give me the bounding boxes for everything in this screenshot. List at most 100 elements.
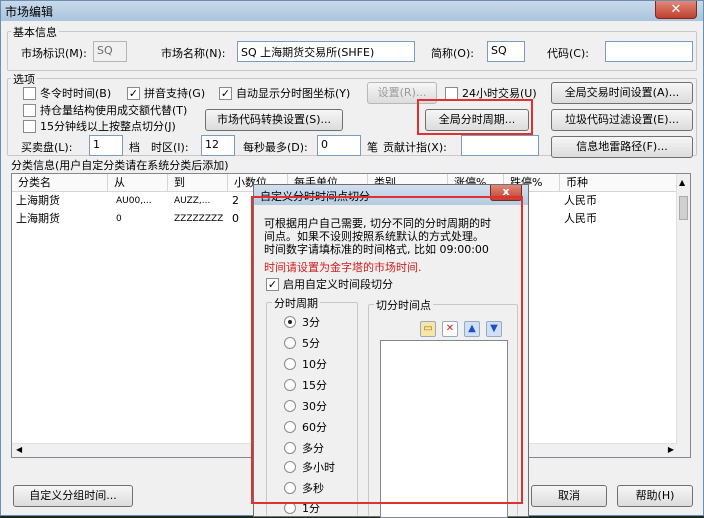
radio-period[interactable]: 1分 bbox=[284, 500, 320, 516]
cell-from: 0 bbox=[116, 214, 122, 224]
radio-period[interactable]: 10分 bbox=[284, 356, 327, 372]
radio-label: 多分 bbox=[302, 442, 324, 455]
info-mine-path-button[interactable]: 信息地雷路径(F)... bbox=[551, 136, 693, 158]
position-struct-box[interactable] bbox=[23, 103, 36, 117]
delete-icon[interactable]: ✕ bbox=[442, 321, 458, 337]
radio-icon[interactable] bbox=[284, 379, 296, 391]
k15-checkbox[interactable]: 15分钟线以上按整点切分(J) bbox=[23, 118, 176, 134]
radio-label: 5分 bbox=[302, 337, 320, 350]
radio-icon[interactable] bbox=[284, 421, 296, 433]
col-to[interactable]: 到 bbox=[168, 174, 228, 192]
global-trade-time-button[interactable]: 全局交易时间设置(A)... bbox=[551, 82, 693, 104]
basic-info-legend: 基本信息 bbox=[11, 24, 59, 40]
dialog-title-bar[interactable]: 自定义分时时间点切分 x bbox=[254, 185, 528, 205]
dst-checkbox[interactable]: 冬令时时间(B) bbox=[23, 85, 111, 101]
folder-icon[interactable]: ▭ bbox=[420, 321, 436, 337]
timezone-label: 时区(I): bbox=[151, 141, 189, 154]
junk-code-filter-button[interactable]: 垃圾代码过滤设置(E)... bbox=[551, 109, 693, 131]
short-name-label: 简称(O): bbox=[431, 47, 474, 60]
radio-icon[interactable] bbox=[284, 400, 296, 412]
custom-group-time-button[interactable]: 自定义分组时间... bbox=[13, 485, 133, 507]
radio-period[interactable]: 3分 bbox=[284, 314, 320, 330]
scroll-left-icon[interactable]: ◀ bbox=[16, 445, 22, 454]
buy-sell-label: 买卖盘(L): bbox=[21, 141, 73, 154]
cell-from: AU00,... bbox=[116, 196, 152, 206]
classify-legend: 分类信息(用户自定分类请在系统分类后添加) bbox=[11, 159, 229, 172]
max-per-sec-input[interactable]: 0 bbox=[317, 135, 361, 156]
radio-label: 多小时 bbox=[302, 461, 335, 474]
cell-currency: 人民币 bbox=[564, 194, 597, 207]
radio-icon[interactable] bbox=[284, 482, 296, 494]
cell-name: 上海期货 bbox=[16, 194, 60, 207]
dialog-warning: 时间请设置为金字塔的市场时间. bbox=[264, 261, 422, 274]
pinyin-checkbox[interactable]: ✓ 拼音支持(G) bbox=[127, 85, 205, 101]
col-from[interactable]: 从 bbox=[108, 174, 168, 192]
radio-period[interactable]: 多分 bbox=[284, 440, 324, 456]
title-bar[interactable]: 市场编辑 ✕ bbox=[1, 1, 703, 21]
radio-period[interactable]: 5分 bbox=[284, 335, 320, 351]
scroll-right-icon[interactable]: ▶ bbox=[668, 445, 674, 454]
buy-sell-input[interactable]: 1 bbox=[89, 135, 123, 156]
settings-button[interactable]: 设置(R)... bbox=[367, 82, 437, 104]
short-name-input[interactable]: SQ bbox=[487, 41, 525, 62]
code-input[interactable] bbox=[605, 41, 693, 62]
scroll-thumb[interactable] bbox=[679, 196, 688, 220]
period-legend: 分时周期 bbox=[272, 295, 320, 311]
market-id-input[interactable]: SQ bbox=[93, 41, 127, 62]
window-title: 市场编辑 bbox=[5, 5, 54, 19]
h24-checkbox[interactable]: 24小时交易(U) bbox=[445, 85, 537, 101]
radio-icon[interactable] bbox=[284, 337, 296, 349]
col-currency[interactable]: 币种 bbox=[560, 174, 678, 192]
radio-icon[interactable] bbox=[284, 461, 296, 473]
position-struct-label: 持仓量结构使用成交额代替(T) bbox=[40, 104, 188, 117]
position-struct-checkbox[interactable]: 持仓量结构使用成交额代替(T) bbox=[23, 102, 187, 118]
radio-selected-icon[interactable] bbox=[284, 316, 296, 328]
global-period-button[interactable]: 全局分时周期... bbox=[425, 109, 529, 131]
dst-label: 冬令时时间(B) bbox=[40, 87, 112, 100]
radio-label: 3分 bbox=[302, 316, 320, 329]
points-toolbar: ▭ ✕ ▲ ▼ bbox=[420, 321, 506, 337]
contrib-label: 贡献计指(X): bbox=[383, 141, 447, 154]
timezone-input[interactable]: 12 bbox=[201, 135, 235, 156]
h24-box[interactable] bbox=[445, 86, 458, 100]
auto-axis-checkbox[interactable]: ✓ 自动显示分时图坐标(Y) bbox=[219, 85, 350, 101]
radio-icon[interactable] bbox=[284, 358, 296, 370]
pinyin-label: 拼音支持(G) bbox=[144, 87, 206, 100]
radio-period[interactable]: 15分 bbox=[284, 377, 327, 393]
dialog-title: 自定义分时时间点切分 bbox=[260, 190, 370, 203]
help-button[interactable]: 帮助(H) bbox=[617, 485, 693, 507]
enable-label: 启用自定义时间段切分 bbox=[283, 278, 393, 291]
scroll-up-icon[interactable]: ▲ bbox=[679, 178, 685, 187]
market-name-input[interactable]: SQ 上海期货交易所(SHFE) bbox=[237, 41, 415, 62]
move-up-icon[interactable]: ▲ bbox=[464, 321, 480, 337]
enable-check-icon[interactable]: ✓ bbox=[266, 277, 279, 291]
k15-label: 15分钟线以上按整点切分(J) bbox=[40, 120, 176, 133]
k15-box[interactable] bbox=[23, 119, 36, 133]
radio-icon[interactable] bbox=[284, 442, 296, 454]
market-id-label: 市场标识(M): bbox=[21, 47, 87, 60]
pinyin-check-icon[interactable]: ✓ bbox=[127, 86, 140, 100]
dialog-close-button[interactable]: x bbox=[490, 185, 522, 201]
radio-period[interactable]: 多小时 bbox=[284, 459, 335, 475]
radio-period[interactable]: 30分 bbox=[284, 398, 327, 414]
dst-box[interactable] bbox=[23, 86, 36, 100]
code-label: 代码(C): bbox=[547, 47, 589, 60]
cancel-button[interactable]: 取消 bbox=[531, 485, 607, 507]
code-convert-button[interactable]: 市场代码转换设置(S)... bbox=[205, 109, 343, 131]
col-name[interactable]: 分类名 bbox=[12, 174, 108, 192]
enable-custom-checkbox[interactable]: ✓ 启用自定义时间段切分 bbox=[266, 276, 393, 292]
time-points-list[interactable] bbox=[380, 340, 508, 518]
move-down-icon[interactable]: ▼ bbox=[486, 321, 502, 337]
window-close-button[interactable]: ✕ bbox=[655, 1, 697, 19]
contrib-input[interactable] bbox=[461, 135, 539, 156]
radio-period[interactable]: 60分 bbox=[284, 419, 327, 435]
radio-icon[interactable] bbox=[284, 502, 296, 514]
cell-decimals: 0 bbox=[232, 212, 239, 225]
table-vertical-scrollbar[interactable]: ▲ bbox=[676, 174, 690, 457]
radio-label: 30分 bbox=[302, 400, 327, 413]
auto-axis-check-icon[interactable]: ✓ bbox=[219, 86, 232, 100]
market-name-label: 市场名称(N): bbox=[161, 47, 226, 60]
cell-to: ZZZZZZZZ bbox=[174, 214, 224, 224]
auto-axis-label: 自动显示分时图坐标(Y) bbox=[236, 87, 351, 100]
radio-period[interactable]: 多秒 bbox=[284, 480, 324, 496]
